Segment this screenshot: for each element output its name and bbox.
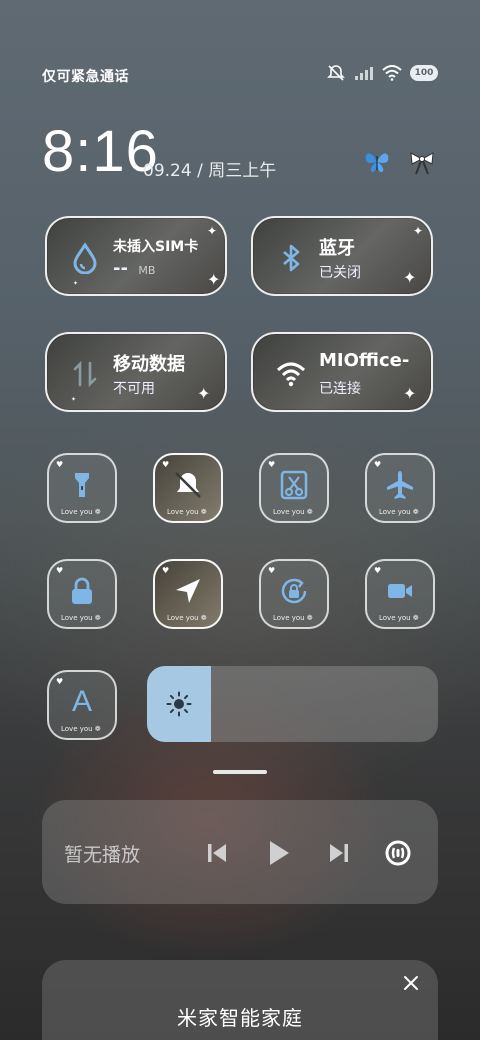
panel-drag-handle[interactable] (213, 770, 267, 774)
tile-caption: Love you ❁ (273, 508, 313, 516)
rotation-lock-icon (281, 578, 307, 604)
sparkle-icon: ✦ (403, 384, 417, 403)
signal-icon (354, 66, 374, 80)
sim-usage: -- MB (113, 258, 155, 279)
close-icon (404, 976, 418, 990)
close-button[interactable] (400, 972, 422, 994)
sim-usage-unit: MB (138, 264, 156, 277)
header-icons (364, 150, 436, 180)
heart-icon: ♥ (374, 566, 382, 575)
heart-icon: ♥ (268, 460, 276, 469)
silent-mode-toggle[interactable]: ♥ Love you ❁ (153, 453, 223, 523)
wifi-name: MIOffice- (319, 350, 410, 371)
location-icon (176, 579, 200, 603)
brightness-slider[interactable] (147, 666, 438, 742)
skip-previous-icon (208, 844, 226, 862)
mobile-data-tile[interactable]: 移动数据 不可用 ✦ ✦ (45, 332, 227, 412)
brightness-level (147, 666, 212, 742)
next-track-button[interactable] (324, 838, 354, 868)
bow-icon (408, 150, 436, 180)
wifi-status-icon (382, 65, 402, 81)
video-camera-icon (388, 584, 412, 598)
play-icon (270, 841, 289, 865)
date-text: 09.24 / 周三上午 (143, 161, 277, 181)
location-toggle[interactable]: ♥ Love you ❁ (153, 559, 223, 629)
clock-time[interactable]: 8:16 (42, 118, 159, 185)
sparkle-icon: ✦ (403, 268, 417, 287)
butterfly-icon (364, 150, 390, 180)
status-icons: 100 (326, 64, 438, 82)
sparkle-icon: ✦ (207, 224, 218, 238)
heart-icon: ♥ (374, 460, 382, 469)
flashlight-toggle[interactable]: ♥ Love you ❁ (47, 453, 117, 523)
battery-icon: 100 (410, 65, 438, 81)
sim-title: 未插入SIM卡 (113, 239, 199, 255)
media-status-label: 暂无播放 (64, 844, 141, 866)
wifi-tile[interactable]: MIOffice- 已连接 ✦ (251, 332, 433, 412)
mute-icon (326, 64, 346, 82)
sparkle-icon: ✦ (207, 270, 221, 289)
audio-output-button[interactable] (383, 838, 413, 868)
cast-audio-icon (385, 840, 411, 866)
font-size-icon: A (71, 685, 92, 718)
smart-home-title: 米家智能家庭 (177, 1006, 303, 1030)
rotation-lock-toggle[interactable]: ♥ Love you ❁ (259, 559, 329, 629)
tile-caption: Love you ❁ (61, 614, 101, 622)
tile-caption: Love you ❁ (167, 508, 207, 516)
data-drop-icon (73, 242, 97, 274)
wifi-icon (276, 362, 306, 387)
tile-caption: Love you ❁ (273, 614, 313, 622)
screenshot-scissors-icon (280, 470, 308, 500)
bluetooth-tile[interactable]: 蓝牙 已关闭 ✦ ✦ (251, 216, 433, 296)
bluetooth-title: 蓝牙 (319, 238, 355, 259)
airplane-icon (387, 471, 413, 499)
tile-caption: Love you ❁ (379, 614, 419, 622)
lock-icon (72, 577, 92, 604)
sparkle-icon: ✦ (73, 280, 79, 287)
sim-data-tile[interactable]: 未插入SIM卡 -- MB ✦ ✦ ✦ (45, 216, 227, 296)
skip-next-icon (330, 844, 348, 862)
sun-icon (166, 691, 192, 717)
tile-caption: Love you ❁ (379, 508, 419, 516)
mobile-data-title: 移动数据 (113, 354, 185, 375)
screen-recorder-toggle[interactable]: ♥ Love you ❁ (365, 559, 435, 629)
heart-icon: ♥ (56, 460, 64, 469)
smart-home-card[interactable]: 米家智能家庭 (42, 960, 438, 1040)
flashlight-icon (75, 473, 89, 497)
airplane-mode-toggle[interactable]: ♥ Love you ❁ (365, 453, 435, 523)
media-player-card[interactable]: 暂无播放 (42, 800, 438, 904)
sparkle-icon: ✦ (71, 396, 77, 403)
wifi-status: 已连接 (319, 381, 361, 397)
status-carrier-text: 仅可紧急通话 (42, 69, 129, 85)
lock-screen-toggle[interactable]: ♥ Love you ❁ (47, 559, 117, 629)
sim-usage-value: -- (113, 258, 128, 279)
bluetooth-icon (283, 244, 300, 272)
heart-icon: ♥ (56, 566, 64, 575)
heart-icon: ♥ (268, 566, 276, 575)
tile-caption: Love you ❁ (167, 614, 207, 622)
tile-caption: Love you ❁ (61, 508, 101, 516)
previous-track-button[interactable] (202, 838, 232, 868)
play-button[interactable] (264, 838, 294, 868)
sparkle-icon: ✦ (197, 384, 211, 403)
font-size-toggle[interactable]: ♥ A Love you ❁ (47, 670, 117, 740)
screenshot-toggle[interactable]: ♥ Love you ❁ (259, 453, 329, 523)
sparkle-icon: ✦ (413, 224, 424, 238)
heart-icon: ♥ (162, 566, 170, 575)
mobile-data-arrows-icon (73, 360, 97, 388)
bluetooth-status: 已关闭 (319, 265, 361, 281)
silent-bell-icon (175, 472, 201, 498)
heart-icon: ♥ (162, 460, 170, 469)
tile-caption: Love you ❁ (61, 725, 101, 733)
heart-icon: ♥ (56, 677, 64, 686)
mobile-data-status: 不可用 (113, 381, 155, 397)
